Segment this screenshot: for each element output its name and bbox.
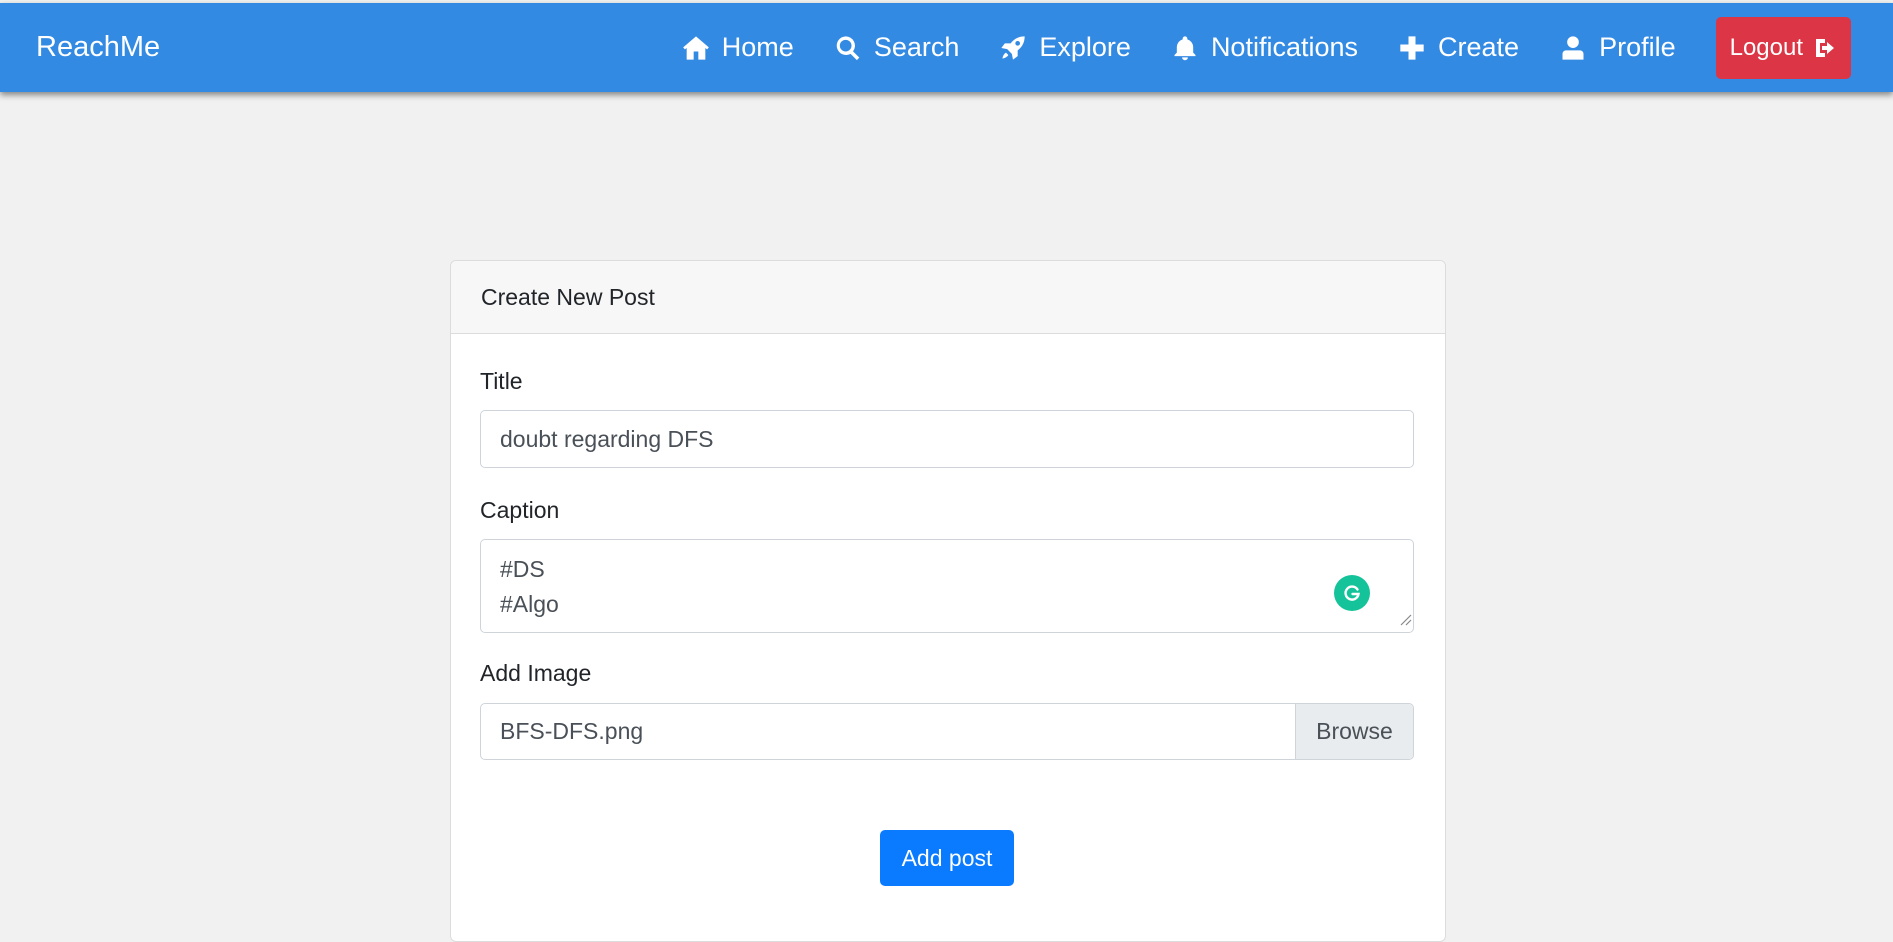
image-label: Add Image — [480, 660, 592, 686]
nav-profile-label: Profile — [1599, 32, 1676, 62]
nav-create-label: Create — [1438, 32, 1520, 62]
caption-label: Caption — [480, 497, 560, 523]
bell-icon — [1174, 35, 1196, 60]
nav-create[interactable]: Create — [1398, 32, 1519, 63]
grammarly-icon[interactable] — [1334, 575, 1370, 611]
card-header: Create New Post — [451, 261, 1445, 334]
brand-logo[interactable]: ReachMe — [36, 3, 160, 92]
browse-button[interactable]: Browse — [1295, 704, 1413, 759]
nav-search-label: Search — [873, 32, 960, 62]
file-name: BFS-DFS.png — [500, 718, 644, 744]
nav-explore[interactable]: Explore — [999, 32, 1131, 63]
search-icon — [836, 35, 860, 60]
nav-menu: Home Search Explore Notifications Create… — [682, 3, 1851, 92]
resize-handle-icon[interactable] — [1398, 612, 1412, 626]
grammarly-g-glyph — [1344, 585, 1360, 601]
logout-button[interactable]: Logout — [1715, 16, 1851, 79]
nav-notifications[interactable]: Notifications — [1171, 32, 1358, 63]
nav-notifications-label: Notifications — [1210, 32, 1359, 62]
home-icon — [682, 35, 709, 60]
caption-textarea[interactable]: #DS #Algo — [480, 539, 1414, 633]
sign-out-icon — [1816, 38, 1834, 57]
user-icon — [1562, 35, 1584, 60]
rocket-icon — [1001, 35, 1026, 60]
title-input[interactable]: doubt regarding DFS — [480, 410, 1414, 468]
nav-home-label: Home — [721, 32, 794, 62]
top-navbar: ReachMe Home Search Explore Notification… — [0, 3, 1893, 92]
nav-profile[interactable]: Profile — [1559, 32, 1676, 63]
add-post-button[interactable]: Add post — [880, 830, 1014, 886]
nav-search[interactable]: Search — [834, 32, 960, 63]
plus-icon — [1400, 35, 1424, 60]
title-label: Title — [480, 368, 523, 394]
image-file-input[interactable]: BFS-DFS.png Browse — [480, 703, 1414, 760]
nav-home[interactable]: Home — [682, 32, 794, 63]
logout-label: Logout — [1729, 33, 1803, 61]
nav-explore-label: Explore — [1039, 32, 1131, 62]
